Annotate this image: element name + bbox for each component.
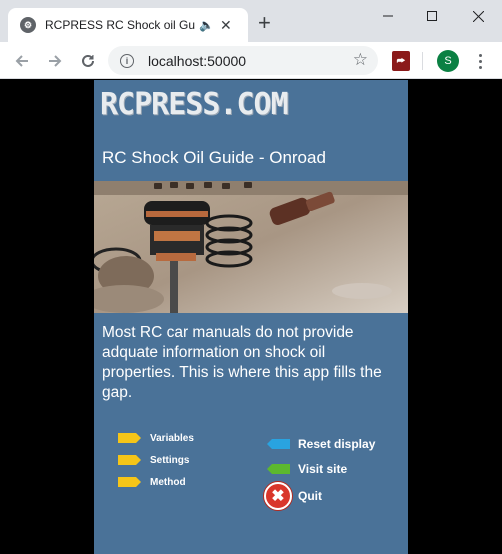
arrow-right-icon [49, 55, 62, 67]
tab-title: RCPRESS RC Shock oil Guid [45, 18, 195, 32]
toolbar-divider [422, 52, 423, 70]
bookmark-star-icon[interactable]: ☆ [353, 50, 368, 70]
close-window-button[interactable] [458, 4, 498, 28]
reload-icon [82, 54, 94, 67]
page-title: RC Shock Oil Guide - Onroad [102, 148, 326, 167]
menu-item-label: Settings [150, 454, 190, 466]
quit-label: Quit [298, 489, 322, 503]
favicon-icon: ⚙ [20, 17, 36, 33]
site-logo: RCPRESS.COM [100, 87, 289, 122]
menu-item-settings[interactable]: Settings [118, 454, 189, 466]
close-tab-icon[interactable]: ✕ [220, 17, 232, 34]
reload-button[interactable] [77, 50, 99, 72]
yellow-arrow-icon [118, 477, 141, 487]
profile-avatar[interactable]: S [437, 50, 459, 72]
intro-paragraph: Most RC car manuals do not provide adqua… [102, 324, 382, 401]
maximize-icon [427, 11, 437, 21]
minimize-icon [383, 15, 393, 17]
hero-photo [94, 181, 408, 313]
green-arrow-icon [267, 464, 290, 474]
menu-item-method[interactable]: Method [118, 476, 186, 488]
yellow-arrow-icon [118, 455, 141, 465]
app-panel: RCPRESS.COM RC Shock Oil Guide - Onroad [94, 80, 408, 554]
url-text: localhost:50000 [148, 52, 247, 69]
speaker-icon[interactable]: 🔈 [199, 18, 214, 32]
arrow-left-icon [15, 55, 28, 67]
reset-display-button[interactable]: Reset display [266, 437, 375, 451]
minimize-button[interactable] [368, 4, 408, 28]
browser-toolbar: i localhost:50000 ☆ ⮫ S [0, 42, 502, 79]
address-bar[interactable]: i localhost:50000 ☆ [108, 46, 378, 75]
visit-site-button[interactable]: Visit site [266, 462, 347, 476]
maximize-button[interactable] [412, 4, 452, 28]
yellow-arrow-icon [118, 433, 141, 443]
shock-parts-image [94, 181, 408, 313]
visit-site-label: Visit site [298, 462, 348, 476]
browser-tab[interactable]: ⚙ RCPRESS RC Shock oil Guid 🔈 ✕ [8, 8, 248, 42]
info-icon[interactable]: i [120, 53, 134, 68]
new-tab-button[interactable]: + [258, 12, 271, 34]
browser-titlebar: ⚙ RCPRESS RC Shock oil Guid 🔈 ✕ + [0, 0, 502, 42]
pdf-extension-icon[interactable]: ⮫ [392, 51, 410, 71]
menu-item-variables[interactable]: Variables [118, 432, 194, 444]
blue-arrow-icon [267, 439, 290, 449]
page-viewport: RCPRESS.COM RC Shock Oil Guide - Onroad [0, 80, 502, 554]
quit-button[interactable]: ✖ Quit [264, 482, 322, 510]
more-menu-icon[interactable] [470, 50, 490, 72]
close-circle-icon: ✖ [264, 482, 292, 510]
close-icon [472, 10, 484, 22]
reset-display-label: Reset display [298, 437, 376, 451]
menu-item-label: Variables [150, 432, 194, 444]
forward-button[interactable] [44, 50, 66, 72]
menu-item-label: Method [150, 476, 186, 488]
back-button[interactable] [11, 50, 33, 72]
